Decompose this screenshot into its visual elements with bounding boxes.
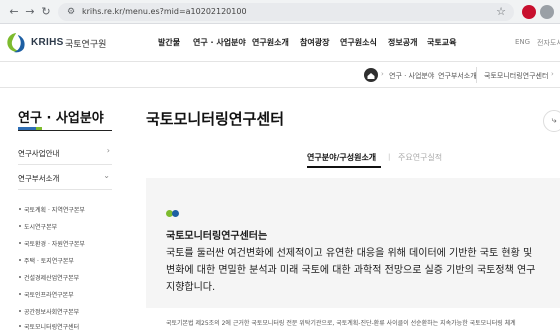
- breadcrumb-separator-icon: ›: [431, 70, 434, 78]
- tab-active-indicator: [307, 166, 381, 168]
- url-text: krihs.re.kr/menu.es?mid=a10202120100: [82, 7, 247, 16]
- sidebar-subitem[interactable]: 국토인프라연구본부: [19, 290, 74, 299]
- nav-education[interactable]: 국토교육: [427, 37, 456, 48]
- tab-intro-members[interactable]: 연구분야/구성원소개: [307, 152, 376, 163]
- page-title: 국토모니터링연구센터: [146, 110, 285, 128]
- lang-eng-link[interactable]: ENG: [515, 38, 530, 46]
- ebook-link[interactable]: 전자도서: [537, 38, 560, 48]
- krihs-logo-icon[interactable]: [4, 31, 28, 55]
- tab-separator: |: [388, 153, 391, 161]
- tab-major-achievements[interactable]: 주요연구실적: [398, 152, 442, 163]
- logo-text-ko[interactable]: 국토연구원: [65, 37, 106, 50]
- extension-icon[interactable]: [522, 5, 536, 19]
- nav-about[interactable]: 연구원소개: [252, 37, 289, 48]
- sidebar-subitem[interactable]: 건설경제산업연구본부: [18, 273, 79, 282]
- sidebar-item-label: 연구부서소개: [18, 174, 60, 183]
- back-arrow-icon[interactable]: ←: [6, 4, 22, 20]
- sidebar-item-departments[interactable]: 연구부서소개 ⌄: [18, 166, 112, 190]
- sidebar-subitem[interactable]: 주택 · 토지연구본부: [19, 256, 74, 265]
- intro-text-line: 변화에 대한 면밀한 분석과 미래 국토에 대한 과학적 전망으로 실증 기반의…: [166, 265, 536, 276]
- sidebar-title: 연구 · 사업분야: [18, 111, 104, 126]
- chevron-right-icon: ›: [106, 146, 110, 155]
- breadcrumb-separator-icon: ›: [551, 70, 554, 78]
- breadcrumb-separator-icon: ›: [381, 70, 384, 78]
- sidebar-subitem[interactable]: 국토모니터링연구센터: [18, 322, 79, 330]
- bookmark-star-icon[interactable]: ☆: [496, 5, 506, 19]
- intro-text-line: 국토를 둘러싼 여건변화에 선제적이고 유연한 대응을 위해 데이터에 기반한 …: [166, 248, 533, 259]
- browser-toolbar: ← → ↻ ⚙ krihs.re.kr/menu.es?mid=a1020212…: [0, 0, 560, 24]
- breadcrumb-item-current[interactable]: 국토모니터링연구센터: [484, 71, 548, 81]
- nav-disclosure[interactable]: 정보공개: [388, 37, 417, 48]
- nav-research-fields[interactable]: 연구 · 사업분야: [193, 37, 246, 48]
- breadcrumb: › 연구 · 사업분야 › 연구부서소개 국토모니터링연구센터 ›: [0, 62, 560, 88]
- logo-text-en[interactable]: KRIHS: [31, 37, 64, 48]
- intro-heading: 국토모니터링연구센터는: [166, 231, 268, 242]
- forward-arrow-icon[interactable]: →: [22, 4, 38, 20]
- nav-news[interactable]: 연구원소식: [340, 37, 377, 48]
- breadcrumb-item-departments[interactable]: 연구부서소개: [438, 71, 477, 81]
- nav-publications[interactable]: 발간물: [158, 37, 180, 48]
- decorative-dot-blue: [172, 210, 179, 217]
- site-info-icon[interactable]: ⚙: [65, 6, 77, 18]
- reload-icon[interactable]: ↻: [38, 4, 54, 20]
- sidebar-item-label: 연구사업안내: [18, 149, 60, 158]
- sidebar-subitem[interactable]: 국토환경 · 자원연구본부: [19, 239, 85, 248]
- sidebar-subitem[interactable]: 도시연구본부: [18, 222, 57, 231]
- sidebar-subitem[interactable]: 국토계획 · 지역연구본부: [19, 205, 85, 214]
- home-icon[interactable]: [364, 68, 378, 82]
- breadcrumb-item-research[interactable]: 연구 · 사업분야: [389, 71, 434, 81]
- chevron-down-icon: ⌄: [103, 171, 110, 180]
- sidebar-divider: [18, 130, 112, 131]
- site-header: KRIHS 국토연구원 발간물 연구 · 사업분야 연구원소개 참여광장 연구원…: [0, 24, 560, 62]
- sidebar-item-research-guide[interactable]: 연구사업안내 ›: [18, 141, 112, 165]
- intro-text-line: 지향합니다.: [166, 282, 216, 293]
- profile-avatar-icon[interactable]: [540, 5, 554, 19]
- body-paragraph: 국토기본법 제25조의 2에 근거한 국토모니터링 전문 위탁기관으로, 국토계…: [166, 320, 516, 327]
- breadcrumb-divider: [476, 67, 477, 83]
- address-bar[interactable]: ⚙ krihs.re.kr/menu.es?mid=a10202120100 ☆: [58, 3, 514, 21]
- share-icon[interactable]: ⤷: [543, 110, 560, 132]
- sidebar-subitem[interactable]: 공간정보사회연구본부: [18, 307, 79, 316]
- nav-participation[interactable]: 참여광장: [300, 37, 329, 48]
